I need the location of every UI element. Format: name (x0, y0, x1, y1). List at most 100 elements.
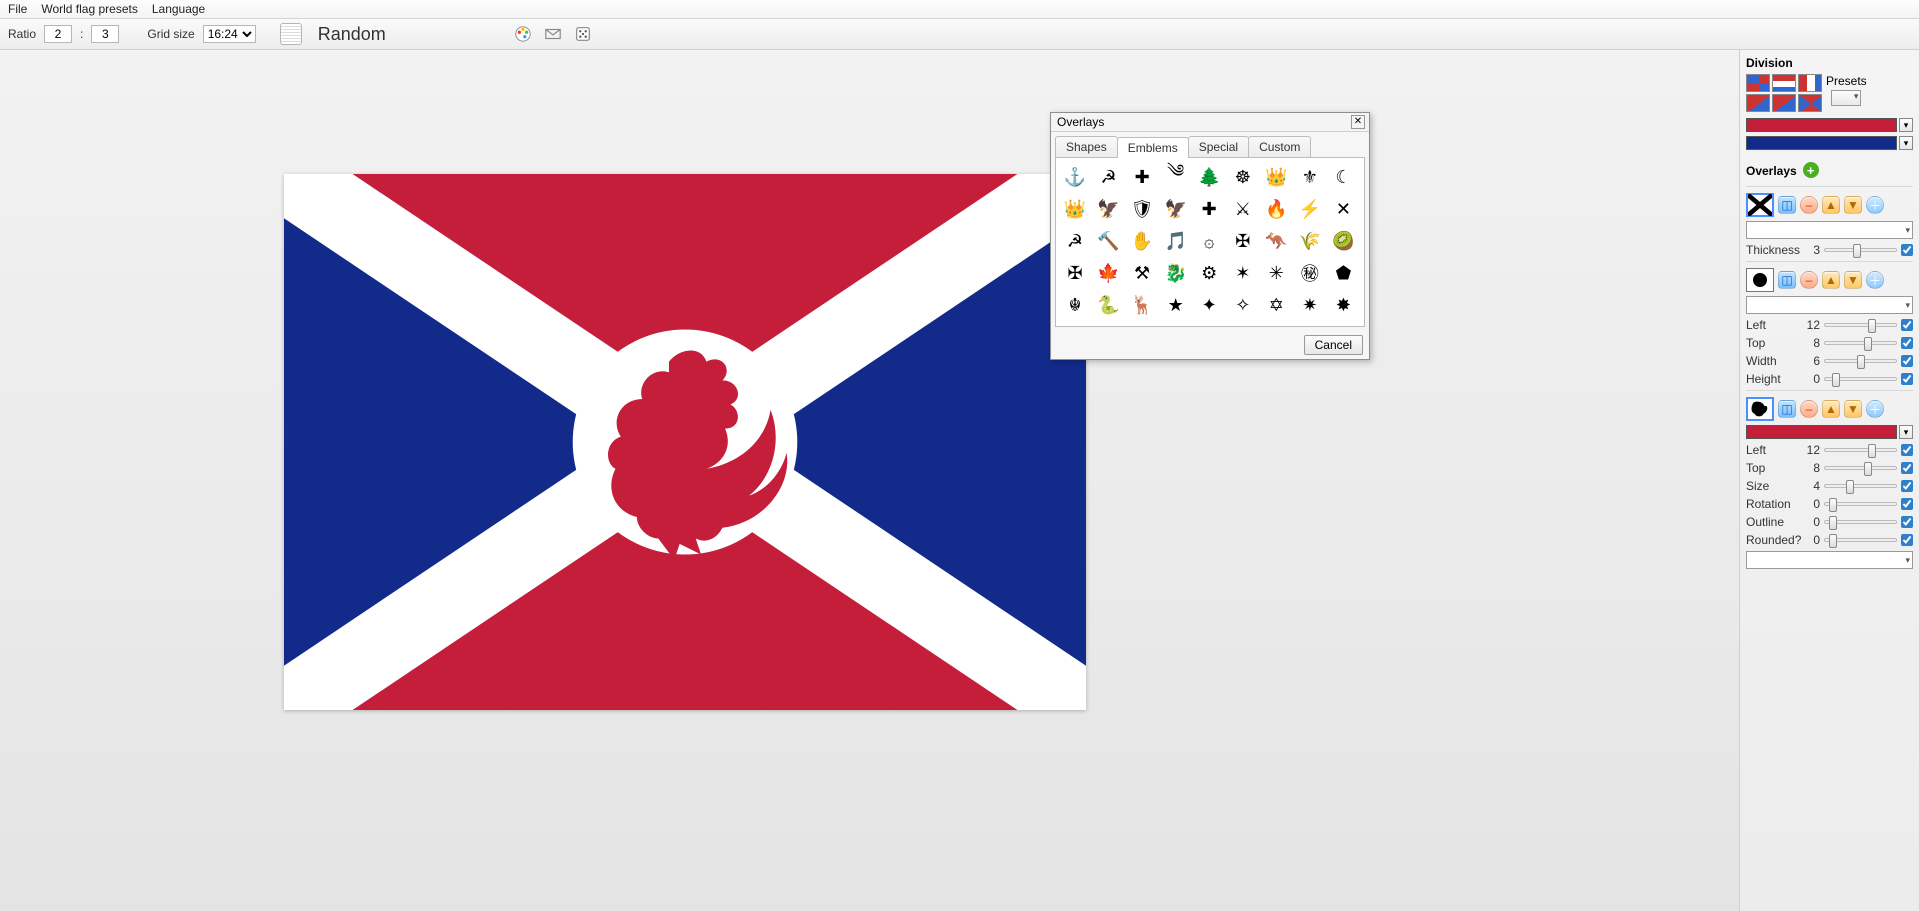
emblem-7[interactable]: ⚜ (1295, 162, 1325, 192)
emblem-26[interactable]: 🥝 (1328, 226, 1358, 256)
palette-icon[interactable] (512, 23, 534, 45)
popup-titlebar[interactable]: Overlays ✕ (1051, 113, 1369, 132)
emblem-42[interactable]: ✡ (1261, 290, 1291, 320)
toggle-grid-button[interactable] (280, 23, 302, 45)
clone-button[interactable]: ◫ (1778, 400, 1796, 418)
dice-icon[interactable] (572, 23, 594, 45)
emblem-12[interactable]: 🦅 (1161, 194, 1191, 224)
emblem-9[interactable]: 👑 (1060, 194, 1090, 224)
division-diag2[interactable] (1772, 94, 1796, 112)
mail-icon[interactable] (542, 23, 564, 45)
division-saltire[interactable] (1798, 94, 1822, 112)
tab-shapes[interactable]: Shapes (1055, 136, 1118, 157)
emblem-33[interactable]: ✳ (1261, 258, 1291, 288)
division-color-2[interactable] (1746, 136, 1897, 150)
prop-lock[interactable] (1901, 516, 1913, 528)
emblem-36[interactable]: ☬ (1060, 290, 1090, 320)
prop-slider[interactable] (1824, 502, 1897, 506)
prop-slider[interactable] (1824, 323, 1897, 327)
prop-slider[interactable] (1824, 377, 1897, 381)
prop-lock[interactable] (1901, 319, 1913, 331)
tab-special[interactable]: Special (1188, 136, 1249, 157)
grid-size-select[interactable]: 16:24 (203, 25, 256, 43)
emblem-29[interactable]: ⚒ (1127, 258, 1157, 288)
prop-lock[interactable] (1901, 244, 1913, 256)
emblem-22[interactable]: ۞ (1194, 226, 1224, 256)
random-button[interactable]: Random (318, 24, 386, 45)
division-color-1-picker[interactable]: ▾ (1899, 118, 1913, 132)
close-icon[interactable]: ✕ (1351, 115, 1365, 129)
emblem-8[interactable]: ☾ (1328, 162, 1358, 192)
add-overlay-button[interactable]: + (1803, 162, 1819, 178)
move-up-button[interactable]: ▲ (1822, 400, 1840, 418)
emblem-18[interactable]: ☭ (1060, 226, 1090, 256)
remove-button[interactable]: – (1800, 196, 1818, 214)
emblem-0[interactable]: ⚓ (1060, 162, 1090, 192)
emblem-35[interactable]: ⬟ (1328, 258, 1358, 288)
emblem-43[interactable]: ✷ (1295, 290, 1325, 320)
move-up-button[interactable]: ▲ (1822, 271, 1840, 289)
emblem-15[interactable]: 🔥 (1261, 194, 1291, 224)
emblem-13[interactable]: ✚ (1194, 194, 1224, 224)
emblem-24[interactable]: 🦘 (1261, 226, 1291, 256)
add-child-button[interactable]: ＋ (1866, 400, 1884, 418)
division-vertical[interactable] (1798, 74, 1822, 92)
overlay-thumb-saltire[interactable] (1746, 193, 1774, 217)
emblem-41[interactable]: ✧ (1228, 290, 1258, 320)
emblem-2[interactable]: ✚ (1127, 162, 1157, 192)
emblem-38[interactable]: 🦌 (1127, 290, 1157, 320)
tab-custom[interactable]: Custom (1248, 136, 1311, 157)
move-down-button[interactable]: ▼ (1844, 400, 1862, 418)
prop-lock[interactable] (1901, 373, 1913, 385)
emblem-20[interactable]: ✋ (1127, 226, 1157, 256)
menu-language[interactable]: Language (152, 2, 205, 16)
emblem-28[interactable]: 🍁 (1094, 258, 1124, 288)
emblem-1[interactable]: ☭ (1094, 162, 1124, 192)
move-down-button[interactable]: ▼ (1844, 271, 1862, 289)
prop-lock[interactable] (1901, 355, 1913, 367)
emblem-40[interactable]: ✦ (1194, 290, 1224, 320)
overlay-type-combo[interactable] (1746, 296, 1913, 314)
emblem-37[interactable]: 🐍 (1094, 290, 1124, 320)
prop-lock[interactable] (1901, 462, 1913, 474)
prop-lock[interactable] (1901, 498, 1913, 510)
emblem-32[interactable]: ✶ (1228, 258, 1258, 288)
menu-file[interactable]: File (8, 2, 27, 16)
division-horizontal[interactable] (1772, 74, 1796, 92)
division-diag1[interactable] (1746, 94, 1770, 112)
emblem-10[interactable]: 🦅 (1094, 194, 1124, 224)
overlay-thumb-rooster[interactable] (1746, 397, 1774, 421)
overlay-thumb-circle[interactable] (1746, 268, 1774, 292)
emblem-21[interactable]: 🎵 (1161, 226, 1191, 256)
move-down-button[interactable]: ▼ (1844, 196, 1862, 214)
cancel-button[interactable]: Cancel (1304, 335, 1363, 355)
emblem-19[interactable]: 🔨 (1094, 226, 1124, 256)
remove-button[interactable]: – (1800, 271, 1818, 289)
emblem-4[interactable]: 🌲 (1194, 162, 1224, 192)
prop-slider[interactable] (1824, 466, 1897, 470)
prop-slider[interactable] (1824, 248, 1897, 252)
prop-slider[interactable] (1824, 484, 1897, 488)
prop-slider[interactable] (1824, 341, 1897, 345)
emblem-27[interactable]: ✠ (1060, 258, 1090, 288)
overlay-stroke-combo[interactable] (1746, 551, 1913, 569)
presets-combo[interactable] (1831, 90, 1861, 106)
menu-presets[interactable]: World flag presets (41, 2, 138, 16)
emblem-6[interactable]: 👑 (1261, 162, 1291, 192)
emblem-11[interactable]: 🛡 (1127, 194, 1157, 224)
add-child-button[interactable]: ＋ (1866, 196, 1884, 214)
division-color-1[interactable] (1746, 118, 1897, 132)
prop-lock[interactable] (1901, 337, 1913, 349)
prop-lock[interactable] (1901, 480, 1913, 492)
popup-body[interactable]: ⚓☭✚༄🌲☸👑⚜☾👑🦅🛡🦅✚⚔🔥⚡✕☭🔨✋🎵۞✠🦘🌾🥝✠🍁⚒🐉⚙✶✳㊙⬟☬🐍🦌★… (1055, 157, 1365, 327)
overlay-type-combo[interactable] (1746, 221, 1913, 239)
emblem-30[interactable]: 🐉 (1161, 258, 1191, 288)
ratio-b-input[interactable] (91, 25, 119, 43)
overlay-color[interactable] (1746, 425, 1897, 439)
division-checker[interactable] (1746, 74, 1770, 92)
tab-emblems[interactable]: Emblems (1117, 137, 1189, 158)
prop-slider[interactable] (1824, 448, 1897, 452)
add-child-button[interactable]: ＋ (1866, 271, 1884, 289)
emblem-16[interactable]: ⚡ (1295, 194, 1325, 224)
division-color-2-picker[interactable]: ▾ (1899, 136, 1913, 150)
